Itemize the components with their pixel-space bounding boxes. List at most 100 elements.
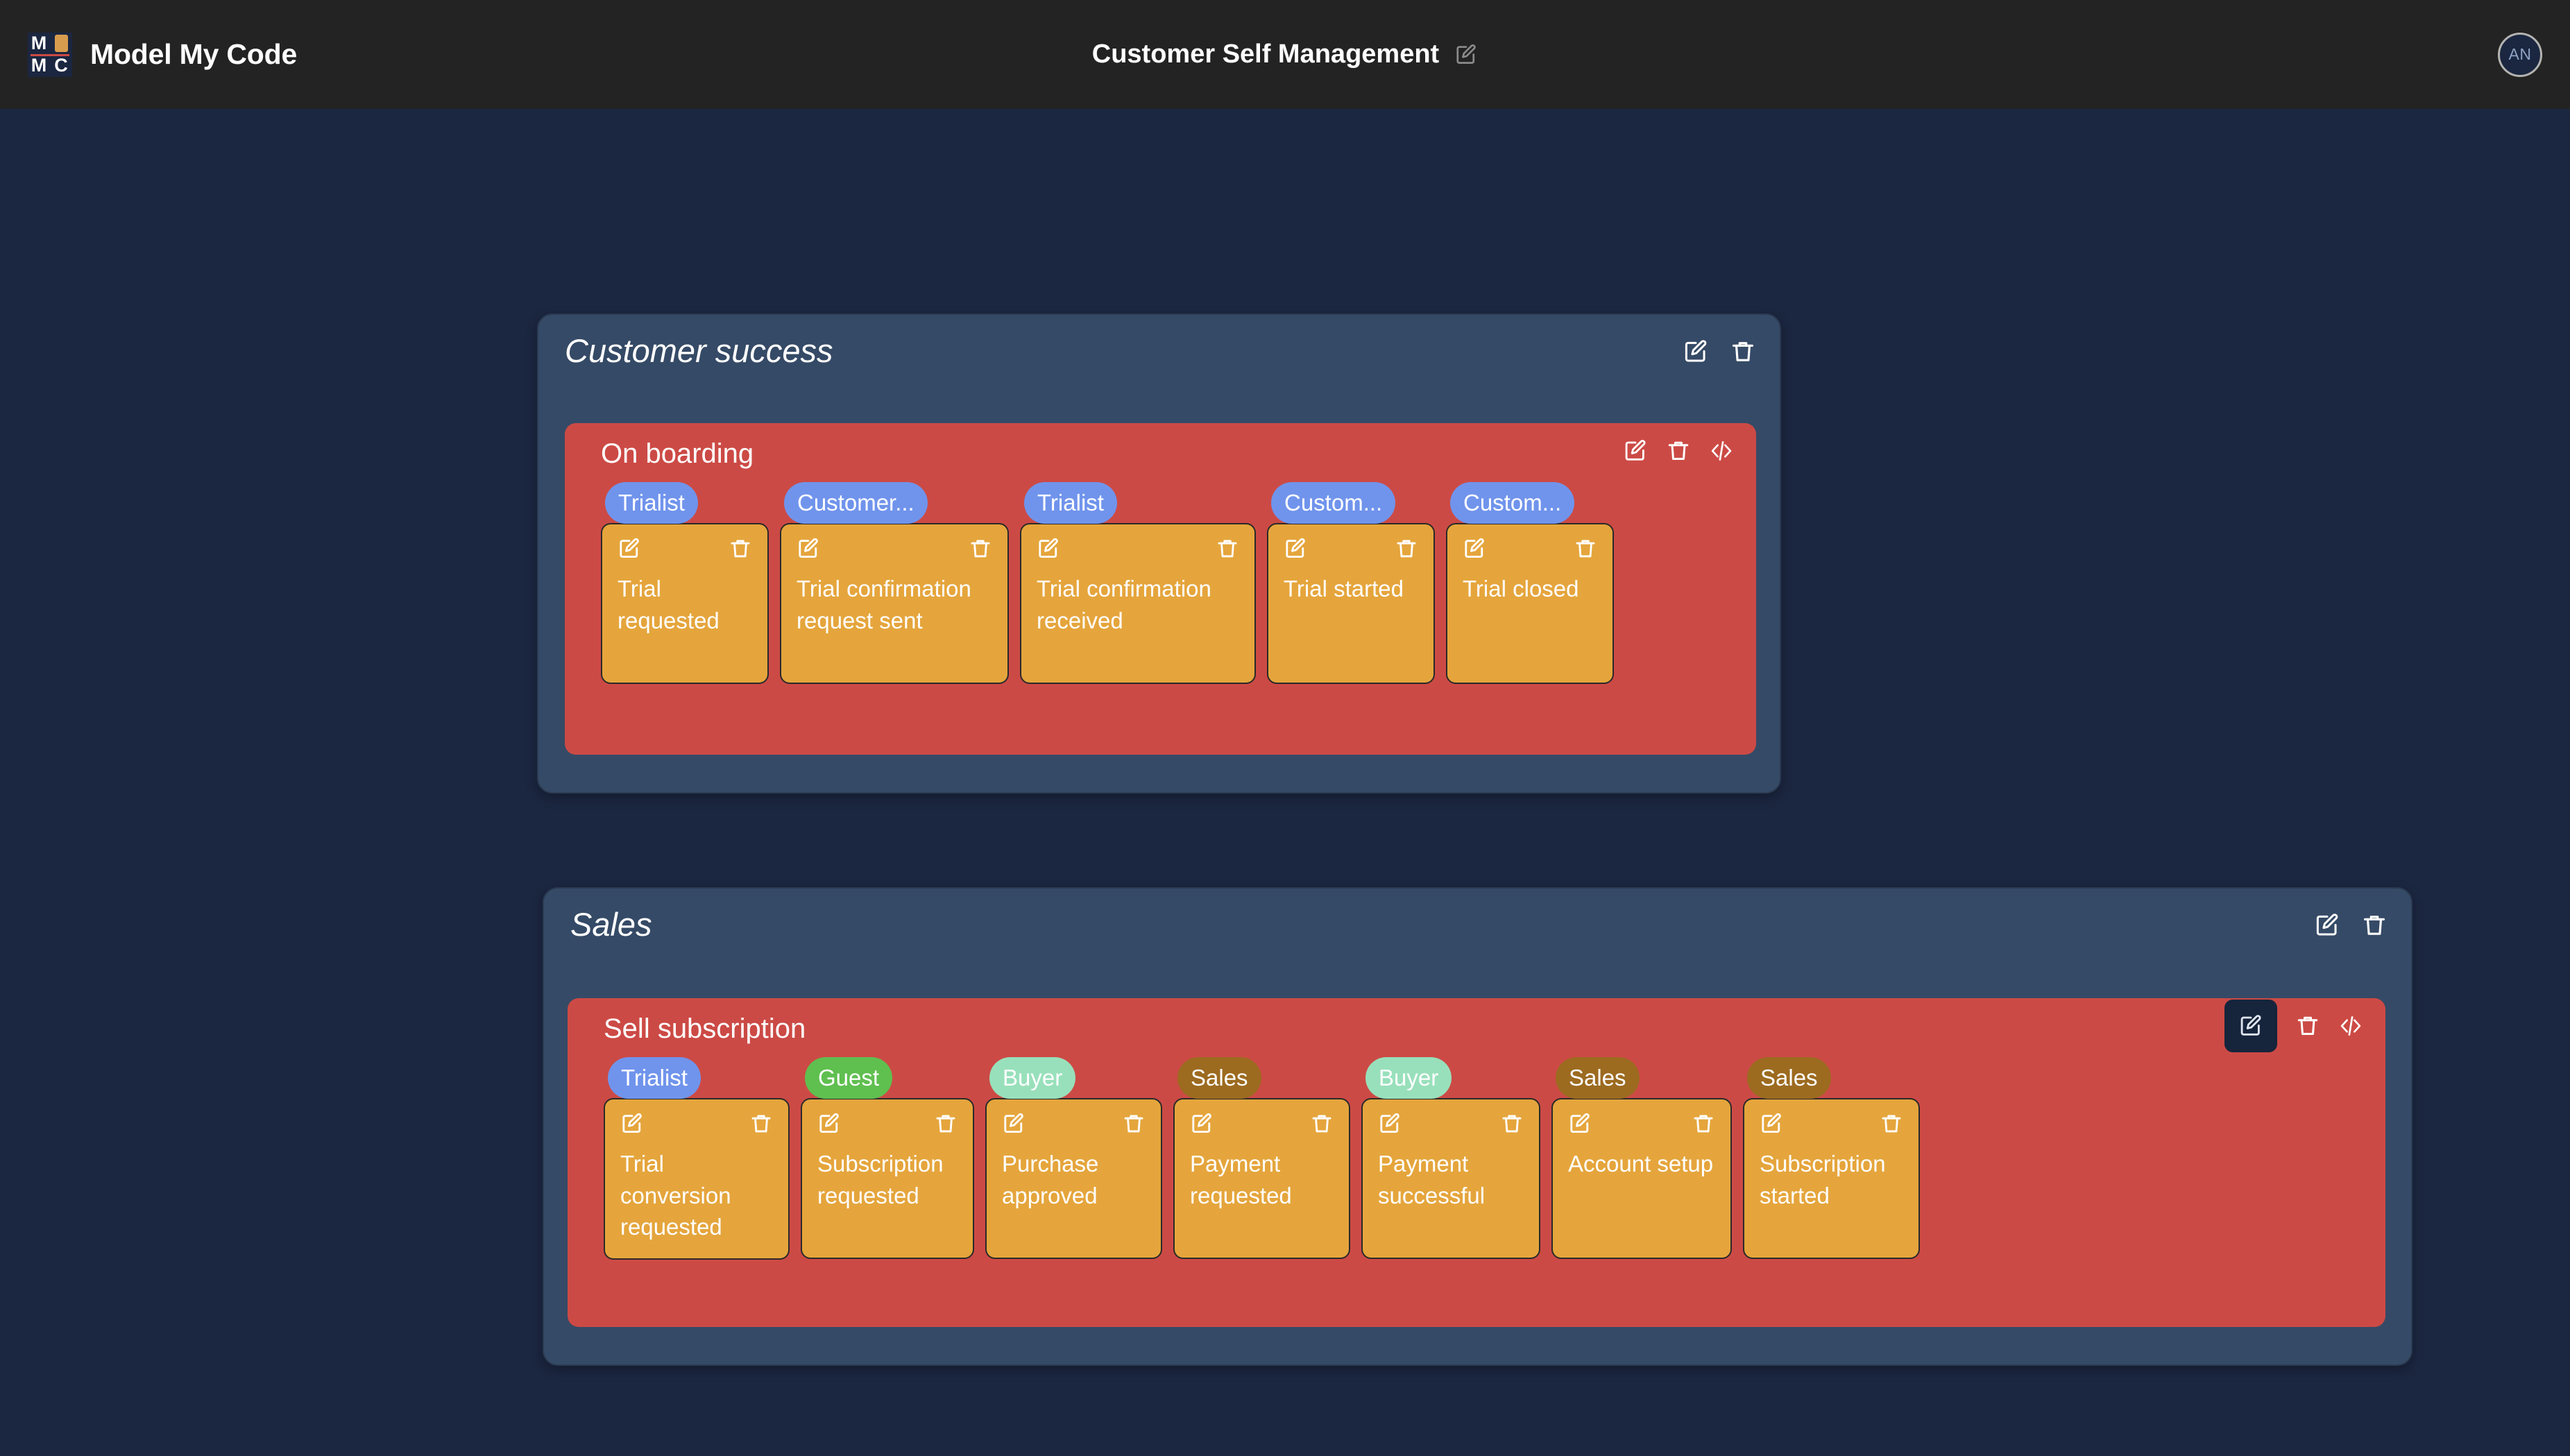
edit-icon[interactable] (1378, 1112, 1402, 1136)
trash-icon[interactable] (1880, 1112, 1903, 1136)
card-column: Custom... (1267, 482, 1435, 684)
group-title: On boarding (601, 438, 754, 469)
role-badge[interactable]: Trialist (608, 1057, 701, 1099)
lane-header: Sales (544, 889, 2411, 943)
edit-icon[interactable] (1284, 537, 1307, 560)
edit-icon[interactable] (1190, 1112, 1214, 1136)
edit-icon[interactable] (797, 537, 820, 560)
role-badge[interactable]: Sales (1556, 1057, 1640, 1099)
role-badge[interactable]: Customer... (784, 482, 928, 524)
lane-header: Customer success (538, 315, 1780, 369)
card-column: Guest Subscription requested (801, 1057, 974, 1259)
edit-icon[interactable] (1623, 438, 1648, 463)
trash-icon[interactable] (1666, 438, 1691, 463)
role-badge[interactable]: Custom... (1450, 482, 1575, 524)
card-actions (1002, 1112, 1146, 1136)
step-card[interactable]: Payment requested (1173, 1098, 1350, 1259)
brand[interactable]: M M C Model My Code (28, 32, 298, 77)
edit-icon[interactable] (618, 537, 641, 560)
card-strip: Trialist (568, 1057, 2385, 1260)
edit-icon[interactable] (620, 1112, 644, 1136)
edit-icon[interactable] (1683, 339, 1709, 365)
step-card[interactable]: Account setup (1551, 1098, 1732, 1259)
step-card[interactable]: Trial closed (1446, 523, 1614, 684)
card-column: Customer... Trial confirmation request s… (780, 482, 1009, 684)
step-card[interactable]: Subscription started (1743, 1098, 1920, 1259)
role-badge[interactable]: Sales (1177, 1057, 1261, 1099)
brand-name: Model My Code (90, 38, 298, 70)
card-actions (797, 537, 992, 560)
card-text: Payment requested (1190, 1151, 1292, 1208)
logo-letter-m2: M (31, 55, 47, 76)
card-actions (620, 1112, 773, 1136)
card-column: Sales (1551, 1057, 1732, 1259)
trash-icon[interactable] (749, 1112, 773, 1136)
edit-title-icon[interactable] (1454, 43, 1478, 67)
step-card[interactable]: Trial started (1267, 523, 1435, 684)
card-text: Trial conversion requested (620, 1151, 731, 1240)
edit-icon[interactable] (1568, 1112, 1592, 1136)
group-header: Sell subscription (568, 998, 2385, 1052)
lane-title: Customer success (565, 332, 833, 369)
role-badge[interactable]: Trialist (605, 482, 698, 524)
role-badge[interactable]: Custom... (1271, 482, 1396, 524)
edit-icon[interactable] (1760, 1112, 1783, 1136)
lane-sales[interactable]: Sales Sell subscription Trialist Trial c… (543, 887, 2412, 1366)
trash-icon[interactable] (1574, 537, 1597, 560)
card-text: Trial started (1284, 576, 1404, 601)
card-actions (817, 1112, 958, 1136)
card-text: Account setup (1568, 1151, 1714, 1176)
step-card[interactable]: Subscription requested (801, 1098, 974, 1259)
role-badge[interactable]: Sales (1747, 1057, 1831, 1099)
role-badge[interactable]: Buyer (989, 1057, 1076, 1099)
role-badge[interactable]: Trialist (1024, 482, 1117, 524)
code-icon[interactable] (2338, 1013, 2363, 1038)
edit-icon[interactable] (1463, 537, 1486, 560)
card-text: Trial confirmation received (1037, 576, 1211, 633)
document-title: Customer Self Management (1091, 40, 1440, 69)
board-canvas: Customer success On boarding Trialist Tr… (0, 109, 2570, 1456)
logo-square-icon (54, 35, 68, 52)
step-card[interactable]: Trial confirmation request sent (780, 523, 1009, 684)
edit-icon[interactable] (2314, 912, 2340, 939)
trash-icon[interactable] (969, 537, 992, 560)
card-text: Purchase approved (1002, 1151, 1099, 1208)
edit-icon[interactable] (1002, 1112, 1026, 1136)
lane-customer-success[interactable]: Customer success On boarding Trialist Tr… (537, 314, 1781, 794)
card-column: Buyer (985, 1057, 1162, 1259)
group-sell-subscription[interactable]: Sell subscription Trialist Trial convers… (568, 998, 2385, 1327)
card-actions (1378, 1112, 1524, 1136)
role-badge[interactable]: Buyer (1365, 1057, 1452, 1099)
trash-icon[interactable] (729, 537, 752, 560)
card-text: Subscription requested (817, 1151, 944, 1208)
step-card[interactable]: Payment successful (1361, 1098, 1540, 1259)
code-icon[interactable] (1709, 438, 1734, 463)
logo-rule (31, 53, 69, 56)
trash-icon[interactable] (1500, 1112, 1524, 1136)
card-column: Buyer (1361, 1057, 1540, 1259)
card-actions (1760, 1112, 1903, 1136)
trash-icon[interactable] (1395, 537, 1418, 560)
card-actions (1568, 1112, 1715, 1136)
avatar[interactable]: AN (2498, 32, 2542, 77)
edit-icon[interactable] (1037, 537, 1060, 560)
trash-icon[interactable] (1692, 1112, 1715, 1136)
step-card[interactable]: Trial conversion requested (604, 1098, 790, 1260)
step-card[interactable]: Trial requested (601, 523, 769, 684)
trash-icon[interactable] (1216, 537, 1239, 560)
trash-icon[interactable] (1122, 1112, 1146, 1136)
trash-icon[interactable] (1310, 1112, 1334, 1136)
step-card[interactable]: Trial confirmation received (1020, 523, 1256, 684)
trash-icon[interactable] (2361, 912, 2388, 939)
edit-icon[interactable] (2224, 1000, 2277, 1052)
card-text: Trial closed (1463, 576, 1579, 601)
trash-icon[interactable] (2295, 1013, 2320, 1038)
role-badge[interactable]: Guest (805, 1057, 893, 1099)
edit-icon[interactable] (817, 1112, 841, 1136)
step-card[interactable]: Purchase approved (985, 1098, 1162, 1259)
trash-icon[interactable] (934, 1112, 958, 1136)
group-header: On boarding (565, 423, 1756, 470)
card-actions (1037, 537, 1239, 560)
trash-icon[interactable] (1730, 339, 1756, 365)
group-on-boarding[interactable]: On boarding Trialist Trial requested Cus… (565, 423, 1756, 755)
